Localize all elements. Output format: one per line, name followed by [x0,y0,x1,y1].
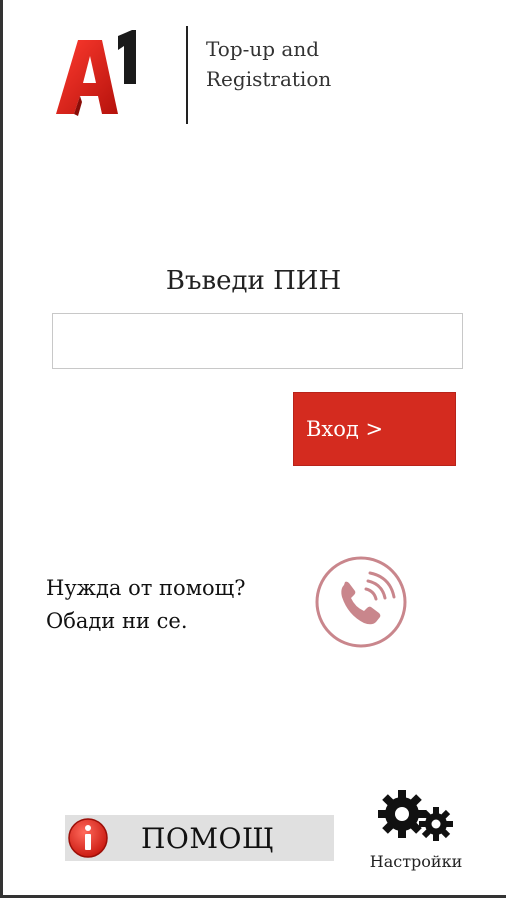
app-title-line1: Top-up and [206,37,320,61]
pin-input[interactable] [52,313,463,369]
phone-call-icon[interactable] [314,555,408,649]
app-title-line2: Registration [206,67,332,91]
header-divider [186,26,188,124]
settings-label: Настройки [369,852,463,871]
help-prompt-line2: Обади ни се. [46,609,188,633]
app-title: Top-up and Registration [206,34,406,94]
login-button[interactable]: Вход > [293,392,456,466]
gears-icon [378,790,453,841]
a1-logo [56,30,136,116]
settings-button[interactable]: Настройки [360,788,472,878]
help-prompt: Нужда от помощ? Обади ни се. [46,572,306,638]
pin-label: Въведи ПИН [165,266,342,296]
help-button-label: ПОМОЩ [141,822,275,855]
help-button[interactable]: ПОМОЩ [65,815,334,861]
help-prompt-line1: Нужда от помощ? [46,576,246,600]
info-icon [68,818,108,858]
